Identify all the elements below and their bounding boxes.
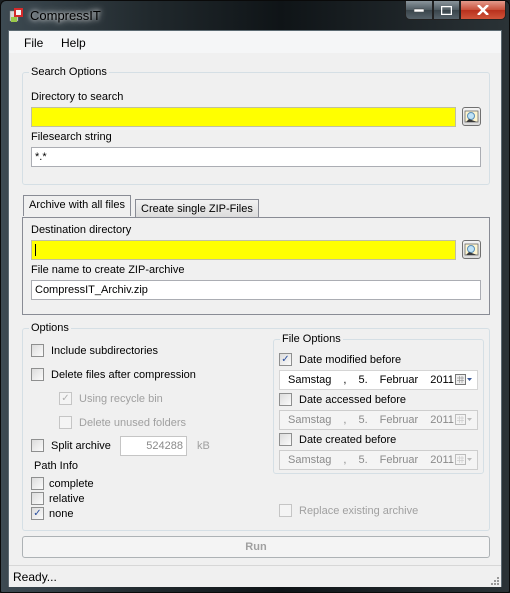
- browse-directory-button[interactable]: [462, 107, 481, 126]
- filename-label: File name to create ZIP-archive: [31, 264, 185, 276]
- calendar-icon: [455, 414, 472, 425]
- status-text: Ready...: [13, 570, 57, 584]
- options-legend: Options: [31, 322, 69, 334]
- client-area: File Help Search Options Directory to se…: [8, 30, 502, 587]
- delete-files-checkbox[interactable]: Delete files after compression: [31, 368, 196, 381]
- split-archive-checkbox[interactable]: Split archive: [31, 439, 111, 452]
- minimize-icon: [414, 8, 424, 12]
- split-size-unit: kB: [197, 440, 210, 452]
- folder-search-icon: [464, 243, 479, 256]
- check-icon: ✓: [279, 353, 292, 366]
- calendar-icon: [455, 454, 472, 465]
- date-created-checkbox[interactable]: Date created before: [279, 433, 396, 446]
- include-subdirectories-checkbox[interactable]: Include subdirectories: [31, 344, 158, 357]
- calendar-dropdown-button[interactable]: [455, 374, 473, 386]
- file-options-legend: File Options: [282, 333, 341, 345]
- delete-unused-folders-checkbox[interactable]: Delete unused folders: [59, 416, 186, 429]
- calendar-icon: [455, 374, 472, 385]
- check-icon: ✓: [31, 507, 44, 520]
- folder-search-icon: [464, 110, 479, 123]
- destination-input[interactable]: [31, 240, 456, 260]
- tab-archive-all-files[interactable]: Archive with all files: [23, 195, 131, 216]
- app-window: CompressIT File Help Search Options Dire…: [0, 0, 510, 593]
- checkbox-box: [279, 393, 292, 406]
- date-modified-picker[interactable]: Samstag , 5. Februar 2011: [279, 370, 478, 390]
- run-button[interactable]: Run: [22, 536, 490, 558]
- minimize-button[interactable]: [405, 1, 433, 20]
- resize-grip-icon[interactable]: [489, 575, 499, 585]
- date-created-picker[interactable]: Samstag , 5. Februar 2011: [279, 450, 478, 470]
- browse-destination-button[interactable]: [462, 240, 481, 259]
- split-size-input[interactable]: 524288: [120, 436, 187, 456]
- menu-file[interactable]: File: [24, 36, 43, 50]
- close-button[interactable]: [460, 1, 506, 20]
- path-relative-checkbox[interactable]: relative: [31, 492, 84, 505]
- title-bar[interactable]: CompressIT: [1, 1, 509, 30]
- search-options-legend: Search Options: [31, 66, 107, 78]
- filename-input[interactable]: CompressIT_Archiv.zip: [31, 280, 481, 300]
- path-complete-checkbox[interactable]: complete: [31, 477, 94, 490]
- checkbox-box: [31, 439, 44, 452]
- text-cursor: [35, 244, 36, 257]
- window-title: CompressIT: [30, 8, 101, 23]
- checkbox-box: [31, 492, 44, 505]
- calendar-dropdown-button[interactable]: [455, 454, 473, 466]
- app-icon: [9, 8, 23, 22]
- tab-create-single-zip[interactable]: Create single ZIP-Files: [135, 199, 259, 217]
- maximize-button[interactable]: [433, 1, 460, 20]
- path-none-checkbox[interactable]: ✓ none: [31, 507, 73, 520]
- destination-label: Destination directory: [31, 224, 132, 236]
- check-icon: ✓: [59, 392, 72, 405]
- checkbox-box: [279, 504, 292, 517]
- close-icon: [477, 5, 489, 15]
- checkbox-box: [59, 416, 72, 429]
- checkbox-box: [31, 477, 44, 490]
- menu-help[interactable]: Help: [61, 36, 86, 50]
- replace-existing-checkbox[interactable]: Replace existing archive: [279, 504, 418, 517]
- directory-input[interactable]: [31, 107, 456, 127]
- checkbox-box: [31, 368, 44, 381]
- path-info-label: Path Info: [34, 460, 79, 472]
- status-bar: Ready...: [9, 565, 501, 587]
- calendar-dropdown-button[interactable]: [455, 414, 473, 426]
- checkbox-box: [279, 433, 292, 446]
- date-accessed-picker[interactable]: Samstag , 5. Februar 2011: [279, 410, 478, 430]
- filesearch-label: Filesearch string: [31, 131, 112, 143]
- date-accessed-checkbox[interactable]: Date accessed before: [279, 393, 406, 406]
- maximize-icon: [441, 5, 452, 15]
- date-modified-checkbox[interactable]: ✓ Date modified before: [279, 353, 401, 366]
- filesearch-input[interactable]: *.*: [31, 147, 481, 167]
- checkbox-box: [31, 344, 44, 357]
- using-recycle-bin-checkbox[interactable]: ✓ Using recycle bin: [59, 392, 163, 405]
- directory-label: Directory to search: [31, 91, 124, 103]
- menu-bar: File Help: [9, 31, 501, 53]
